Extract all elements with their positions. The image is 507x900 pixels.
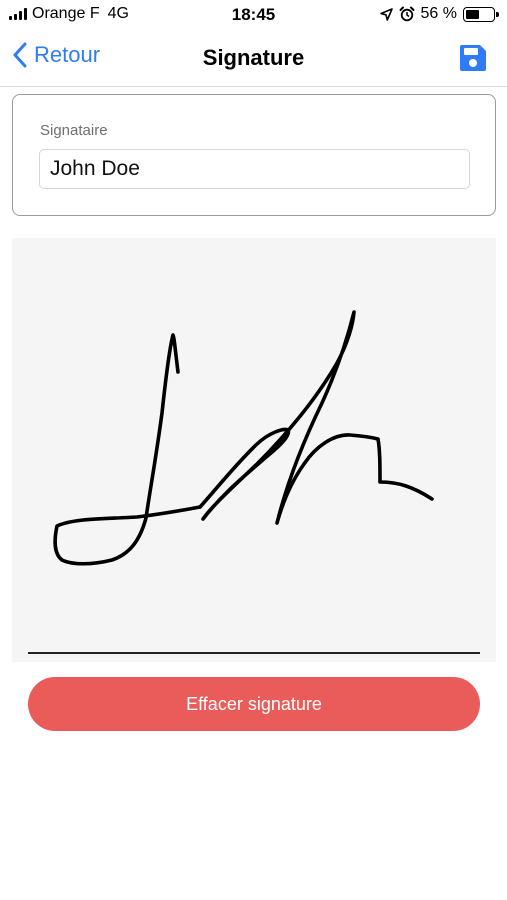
floppy-disk-icon <box>460 45 486 71</box>
battery-percent: 56 % <box>420 5 457 22</box>
status-right: 56 % <box>379 5 499 23</box>
battery-tip <box>496 11 499 17</box>
signature-stroke <box>53 310 434 566</box>
clear-signature-label: Effacer signature <box>186 693 322 714</box>
location-icon <box>379 7 393 21</box>
battery-icon <box>463 6 499 22</box>
signer-label: Signataire <box>40 122 108 139</box>
save-button[interactable] <box>459 44 487 72</box>
signature-pad[interactable] <box>12 238 496 662</box>
status-bar: Orange F 4G 18:45 56 % <box>0 0 507 32</box>
alarm-icon <box>399 6 415 22</box>
signer-input[interactable] <box>39 149 470 189</box>
battery-fill <box>466 9 479 19</box>
clear-signature-button[interactable]: Effacer signature <box>28 677 480 731</box>
signature-baseline <box>28 652 480 654</box>
signer-card: Signataire <box>12 94 496 216</box>
nav-bar: Retour Signature <box>0 32 507 87</box>
page-title: Signature <box>202 45 305 70</box>
